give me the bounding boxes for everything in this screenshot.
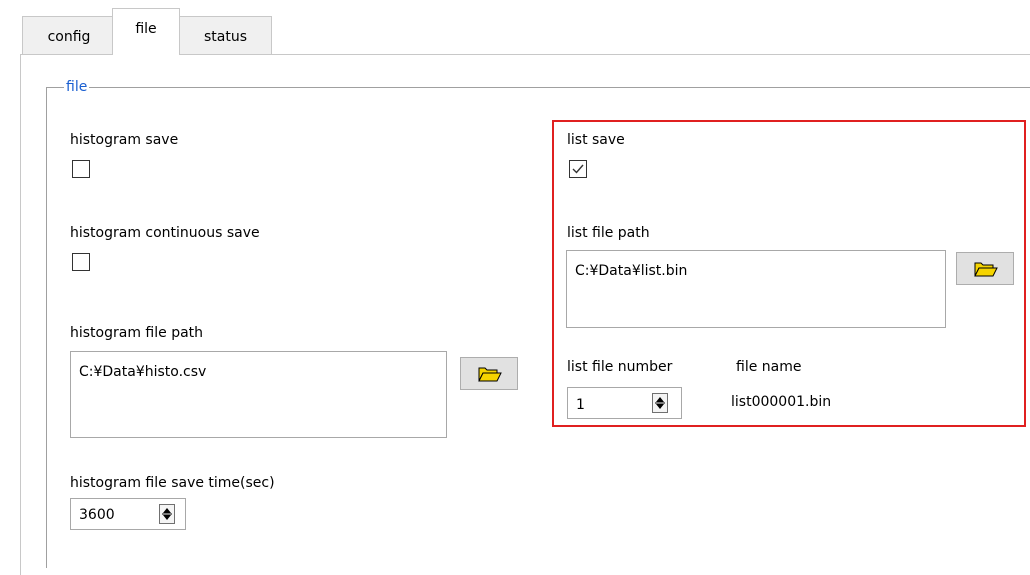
folder-open-icon bbox=[478, 367, 502, 382]
tab-config[interactable]: config bbox=[22, 16, 116, 54]
histogram-file-path-value: C:¥Data¥histo.csv bbox=[79, 364, 207, 380]
histogram-browse-button[interactable] bbox=[460, 357, 518, 390]
groupbox-title: file bbox=[64, 78, 90, 96]
list-file-path-input[interactable]: C:¥Data¥list.bin bbox=[566, 250, 946, 328]
histogram-save-time-value: 3600 bbox=[79, 507, 115, 523]
list-save-checkbox[interactable] bbox=[569, 160, 587, 178]
list-browse-button[interactable] bbox=[956, 252, 1014, 285]
list-file-path-label: list file path bbox=[567, 225, 650, 241]
folder-open-icon bbox=[974, 262, 998, 277]
list-file-path-value: C:¥Data¥list.bin bbox=[575, 263, 688, 279]
file-name-label: file name bbox=[736, 359, 802, 375]
histogram-continuous-save-checkbox[interactable] bbox=[72, 253, 90, 271]
tab-file[interactable]: file bbox=[112, 8, 180, 55]
histogram-save-checkbox[interactable] bbox=[72, 160, 90, 178]
histogram-save-label: histogram save bbox=[70, 132, 179, 148]
checkmark-icon bbox=[572, 164, 584, 174]
histogram-file-path-input[interactable]: C:¥Data¥histo.csv bbox=[70, 351, 447, 438]
list-file-number-spinbox[interactable]: 1 bbox=[567, 387, 682, 419]
tab-status[interactable]: status bbox=[179, 16, 272, 54]
histogram-save-time-spinbox[interactable]: 3600 bbox=[70, 498, 186, 530]
spin-up-down-icon[interactable] bbox=[159, 504, 175, 524]
spin-up-down-icon[interactable] bbox=[652, 393, 668, 413]
list-file-number-value: 1 bbox=[576, 397, 585, 413]
file-name-value: list000001.bin bbox=[731, 394, 832, 410]
histogram-save-time-label: histogram file save time(sec) bbox=[70, 475, 275, 491]
histogram-continuous-save-label: histogram continuous save bbox=[70, 225, 260, 241]
list-file-number-label: list file number bbox=[567, 359, 673, 375]
list-save-label: list save bbox=[567, 132, 625, 148]
histogram-file-path-label: histogram file path bbox=[70, 325, 204, 341]
